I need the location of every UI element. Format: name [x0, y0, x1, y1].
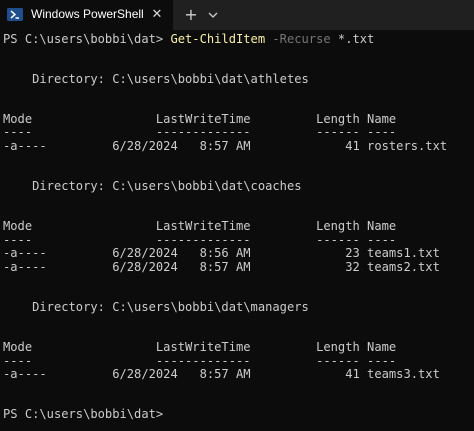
file-row: -a---- 6/28/2024 8:57 AM 32 teams2.txt: [3, 260, 440, 274]
directory-heading: Directory: C:\users\bobbi\dat\athletes: [3, 72, 309, 86]
column-header: Mode LastWriteTime Length Name: [3, 112, 397, 126]
column-underline: ---- ------------- ------ ----: [3, 233, 397, 247]
powershell-icon: [7, 8, 23, 21]
column-header: Mode LastWriteTime Length Name: [3, 340, 397, 354]
column-underline: ---- ------------- ------ ----: [3, 354, 397, 368]
tab-close-button[interactable]: ✕: [148, 6, 166, 24]
directory-heading: Directory: C:\users\bobbi\dat\coaches: [3, 179, 302, 193]
chevron-down-icon: [208, 12, 218, 18]
tab-title: Windows PowerShell: [31, 7, 144, 21]
column-underline: ---- ------------- ------ ----: [3, 125, 397, 139]
directory-heading: Directory: C:\users\bobbi\dat\managers: [3, 300, 309, 314]
file-row: -a---- 6/28/2024 8:57 AM 41 rosters.txt: [3, 139, 448, 153]
column-header: Mode LastWriteTime Length Name: [3, 219, 397, 233]
command-parameter: -Recurse: [265, 32, 331, 46]
command-name: Get-ChildItem: [170, 32, 266, 46]
command-line: PS C:\users\bobbi\dat> Get-ChildItem -Re…: [3, 32, 374, 46]
tab-windows-powershell[interactable]: Windows PowerShell ✕: [0, 0, 173, 30]
final-prompt: PS C:\users\bobbi\dat>: [3, 407, 164, 421]
new-tab-button[interactable]: +: [180, 5, 202, 25]
tab-dropdown-button[interactable]: [203, 5, 223, 25]
prompt: PS C:\users\bobbi\dat>: [3, 32, 171, 46]
file-row: -a---- 6/28/2024 8:56 AM 23 teams1.txt: [3, 246, 440, 260]
title-bar: Windows PowerShell ✕ +: [0, 0, 474, 30]
file-row: -a---- 6/28/2024 8:57 AM 41 teams3.txt: [3, 367, 440, 381]
command-argument: *.txt: [330, 32, 375, 46]
terminal-output[interactable]: PS C:\users\bobbi\dat> Get-ChildItem -Re…: [0, 30, 474, 431]
